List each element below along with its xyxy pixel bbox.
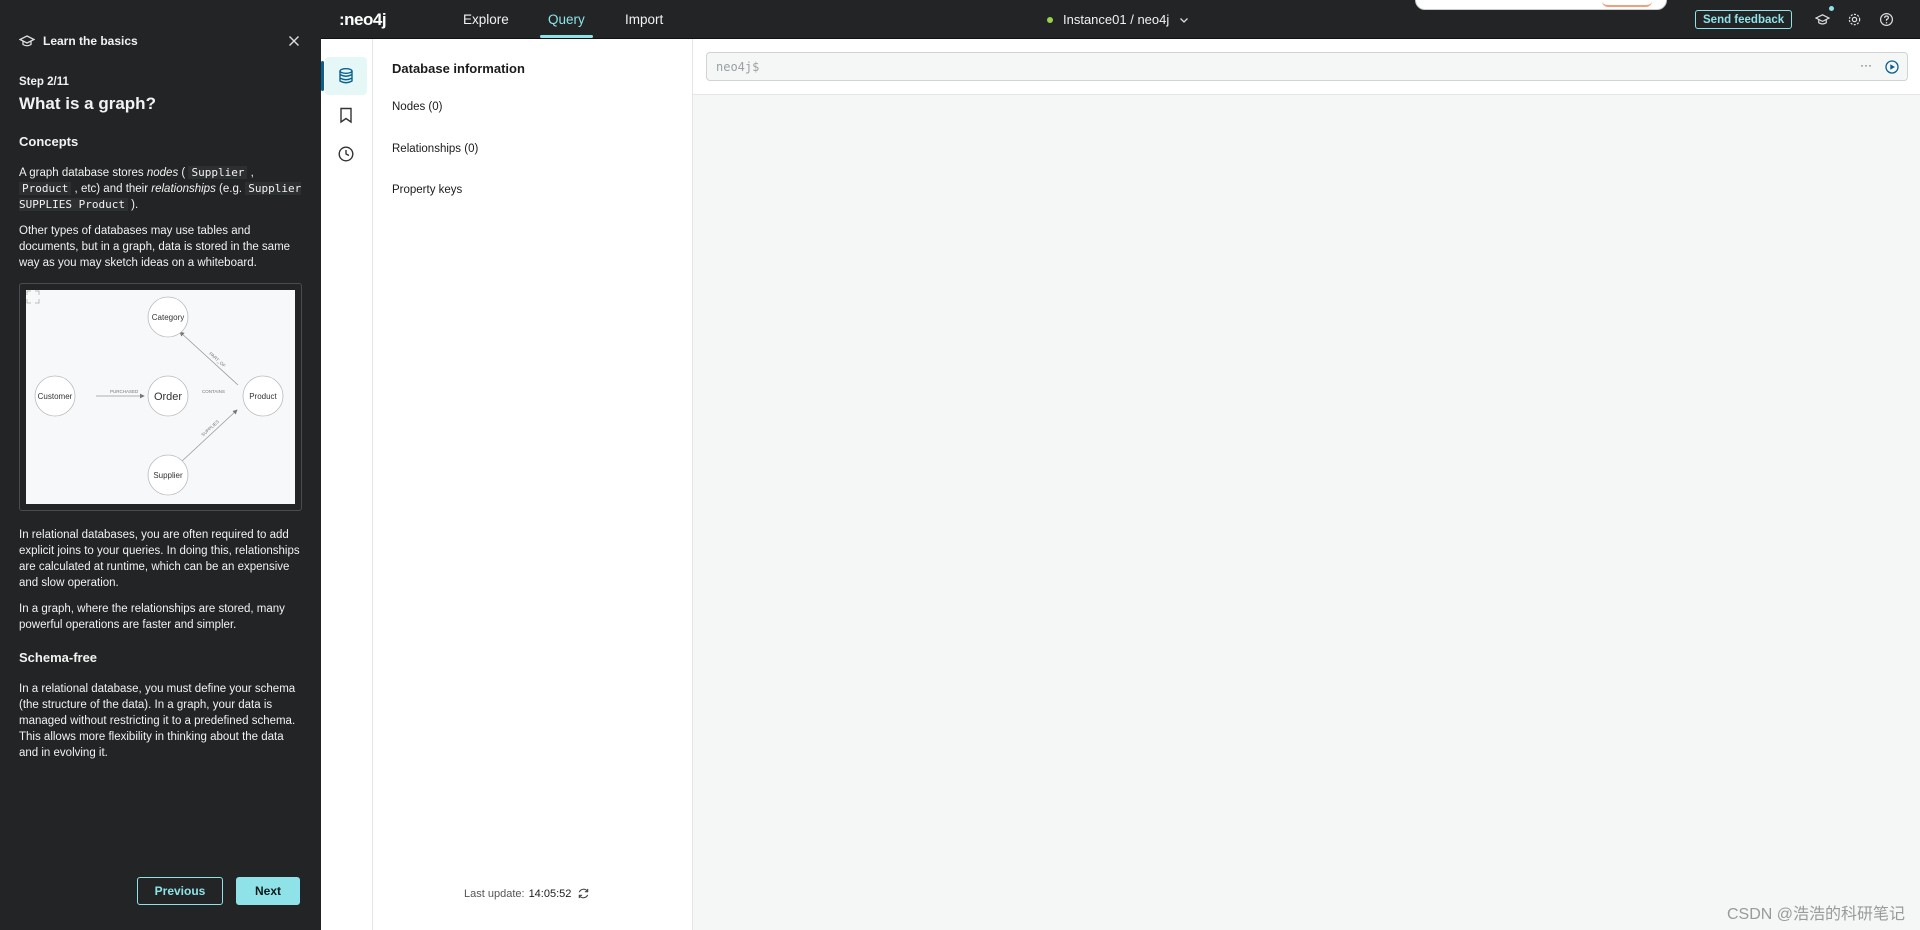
expand-icon[interactable] xyxy=(26,290,40,304)
node-supplier: Supplier xyxy=(153,471,183,480)
concepts-paragraph-1: A graph database stores nodes ( Supplier… xyxy=(19,166,302,211)
query-editor-area: neo4j$ ··· xyxy=(693,39,1920,95)
node-order: Order xyxy=(154,391,182,403)
rail-history[interactable] xyxy=(325,135,367,173)
gear-icon[interactable] xyxy=(1847,12,1862,27)
node-product: Product xyxy=(249,392,277,401)
online-status-dot xyxy=(1047,16,1053,23)
guide-header: Learn the basics xyxy=(19,32,302,50)
concepts-paragraph-4: In a graph, where the relationships are … xyxy=(19,603,285,631)
concepts-paragraph-3: In relational databases, you are often r… xyxy=(19,529,300,589)
run-query-icon[interactable] xyxy=(1885,60,1899,74)
learn-cap-icon[interactable] xyxy=(1815,12,1830,27)
rel-label-contains: CONTAINS xyxy=(202,389,225,394)
guide-heading: What is a graph? xyxy=(19,94,156,113)
learn-guide-panel: Learn the basics Step 2/11 What is a gra… xyxy=(0,0,321,930)
instance-selector[interactable]: Instance01 / neo4j xyxy=(1047,0,1189,39)
step-counter: Step 2/11 xyxy=(19,76,69,88)
refresh-icon[interactable] xyxy=(577,887,590,900)
concepts-heading: Concepts xyxy=(19,134,79,149)
cypher-editor[interactable]: neo4j$ ··· xyxy=(706,52,1908,81)
previous-button[interactable]: Previous xyxy=(137,877,223,905)
schema-free-paragraph: In a relational database, you must defin… xyxy=(19,683,296,759)
chevron-down-icon xyxy=(1180,17,1189,23)
node-category: Category xyxy=(152,313,184,322)
nav-query[interactable]: Query xyxy=(540,0,593,39)
graduation-cap-icon xyxy=(19,35,35,47)
help-icon[interactable] xyxy=(1879,12,1894,27)
guide-title: Learn the basics xyxy=(43,34,138,48)
graph-diagram: PURCHASED CONTAINS PART_OF SUPPLIES Cate… xyxy=(19,283,302,511)
last-update-time: 14:05:52 xyxy=(528,887,572,900)
icon-rail xyxy=(321,39,373,930)
last-update-label: Last update: xyxy=(464,887,525,900)
bookmark-icon xyxy=(340,107,352,124)
notification-dot xyxy=(1829,6,1834,11)
editor-prompt: neo4j$ xyxy=(716,60,760,74)
instance-name: Instance01 / neo4j xyxy=(1063,12,1170,27)
last-update: Last update: 14:05:52 xyxy=(464,887,590,900)
relationships-section[interactable]: Relationships (0) xyxy=(392,143,478,155)
rail-database-info[interactable] xyxy=(321,57,367,95)
guide-content: Step 2/11 What is a graph? Concepts A gr… xyxy=(19,74,302,771)
clock-icon xyxy=(338,146,354,162)
nav-explore[interactable]: Explore xyxy=(463,0,509,39)
database-info-title: Database information xyxy=(392,61,525,76)
database-info-panel: Database information Nodes (0) Relations… xyxy=(373,39,693,930)
watermark: CSDN @浩浩的科研笔记 xyxy=(1726,906,1905,923)
property-keys-section[interactable]: Property keys xyxy=(392,184,462,196)
nav-import[interactable]: Import xyxy=(625,0,663,39)
rel-label-purchased: PURCHASED xyxy=(110,389,139,394)
nodes-section[interactable]: Nodes (0) xyxy=(392,101,443,113)
popover-edge xyxy=(1415,0,1667,10)
next-button[interactable]: Next xyxy=(236,877,300,905)
neo4j-logo[interactable]: :neo4j xyxy=(339,10,387,30)
node-customer: Customer xyxy=(38,392,73,401)
concepts-paragraph-2: Other types of databases may use tables … xyxy=(19,225,291,269)
close-icon[interactable] xyxy=(286,33,302,49)
database-icon xyxy=(339,68,353,84)
more-options-button[interactable]: ··· xyxy=(1860,58,1872,72)
send-feedback-button[interactable]: Send feedback xyxy=(1695,10,1793,29)
top-bar: :neo4j Explore Query Import Instance01 /… xyxy=(321,0,1920,39)
schema-free-heading: Schema-free xyxy=(19,650,98,665)
rail-saved-cypher[interactable] xyxy=(325,96,367,134)
